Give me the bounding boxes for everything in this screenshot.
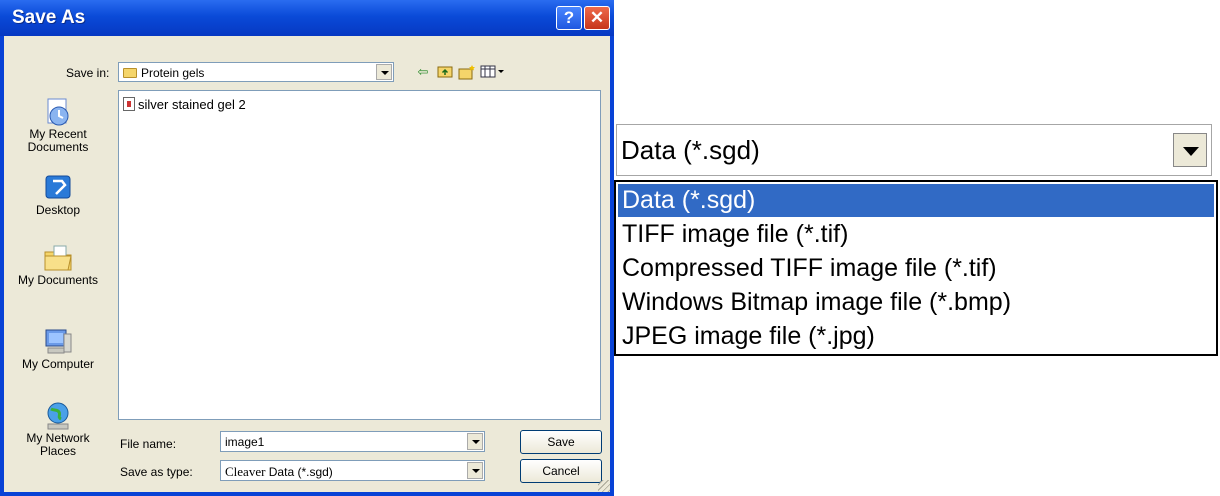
chevron-down-icon[interactable] <box>1173 133 1207 167</box>
option-bmp[interactable]: Windows Bitmap image file (*.bmp) <box>618 286 1214 319</box>
new-folder-icon[interactable] <box>458 64 476 80</box>
save-button[interactable]: Save <box>520 430 602 454</box>
save-in-value: Protein gels <box>141 66 205 80</box>
place-label: My Recent Documents <box>27 127 89 154</box>
file-name: silver stained gel 2 <box>138 97 246 112</box>
my-documents-icon <box>42 242 74 274</box>
network-places-icon <box>42 400 74 432</box>
place-label: My Documents <box>17 273 99 287</box>
chevron-down-icon[interactable] <box>467 433 483 450</box>
recent-documents-icon <box>42 96 74 128</box>
my-computer-icon <box>42 326 74 358</box>
file-list[interactable]: silver stained gel 2 <box>118 90 601 420</box>
up-folder-icon[interactable] <box>436 64 454 80</box>
option-jpg[interactable]: JPEG image file (*.jpg) <box>618 320 1214 353</box>
zoomed-options-list: Data (*.sgd) TIFF image file (*.tif) Com… <box>614 180 1218 356</box>
save-in-dropdown[interactable]: Protein gels <box>118 62 394 82</box>
file-icon <box>123 97 135 111</box>
place-label: Desktop <box>35 203 81 217</box>
place-label: My Network Places <box>26 431 90 458</box>
zoomed-save-type-dropdown[interactable]: Data (*.sgd) <box>616 124 1212 176</box>
save-type-label: Save as type: <box>120 465 193 479</box>
cancel-button[interactable]: Cancel <box>520 459 602 483</box>
title-bar[interactable]: Save As ? ✕ <box>0 0 614 36</box>
zoomed-selected-value: Data (*.sgd) <box>621 135 760 165</box>
file-name-field[interactable]: image1 <box>220 431 485 452</box>
place-desktop[interactable]: Desktop <box>8 172 108 217</box>
dialog-title: Save As <box>12 7 86 28</box>
file-name-value: image1 <box>225 435 265 449</box>
save-in-label: Save in: <box>66 66 110 80</box>
back-icon[interactable]: ⇦ <box>414 64 432 80</box>
save-as-dialog: Save As ? ✕ Save in: Protein gels ⇦ My R… <box>0 0 614 496</box>
place-network-places[interactable]: My Network Places <box>8 400 108 458</box>
save-type-dropdown[interactable]: Cleaver Data (*.sgd) <box>220 460 485 481</box>
place-recent-documents[interactable]: My Recent Documents <box>8 96 108 154</box>
option-tif[interactable]: TIFF image file (*.tif) <box>618 218 1214 251</box>
help-button[interactable]: ? <box>556 6 582 30</box>
close-button[interactable]: ✕ <box>584 6 610 30</box>
list-item[interactable]: silver stained gel 2 <box>123 97 246 112</box>
chevron-down-icon[interactable] <box>376 64 392 80</box>
places-bar: My Recent Documents Desktop My Documents… <box>8 90 108 495</box>
file-name-label: File name: <box>120 437 177 451</box>
place-label: My Computer <box>21 357 95 371</box>
option-compressed-tif[interactable]: Compressed TIFF image file (*.tif) <box>618 252 1214 285</box>
resize-grip[interactable] <box>598 480 610 492</box>
save-type-prefix: Cleaver <box>225 464 266 479</box>
views-menu-icon[interactable] <box>480 64 506 80</box>
folder-icon <box>123 68 137 78</box>
option-sgd[interactable]: Data (*.sgd) <box>618 184 1214 217</box>
save-type-value: Data (*.sgd) <box>268 465 333 479</box>
chevron-down-icon[interactable] <box>467 462 483 479</box>
place-my-documents[interactable]: My Documents <box>8 242 108 287</box>
place-my-computer[interactable]: My Computer <box>8 326 108 371</box>
desktop-icon <box>42 172 74 204</box>
